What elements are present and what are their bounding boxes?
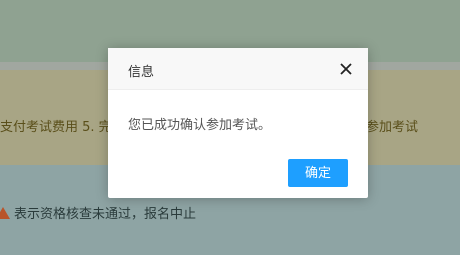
info-dialog: 信息 您已成功确认参加考试。 确定 bbox=[108, 48, 368, 198]
dialog-title: 信息 bbox=[128, 65, 155, 80]
dialog-message: 您已成功确认参加考试。 bbox=[128, 118, 272, 133]
steps-text-right: 参加考试 bbox=[366, 120, 419, 135]
legend-row: 表示资格核查未通过，报名中止 bbox=[0, 203, 196, 222]
legend-text: 表示资格核查未通过，报名中止 bbox=[14, 207, 197, 222]
dialog-header: 信息 bbox=[108, 48, 368, 90]
close-icon[interactable] bbox=[338, 61, 354, 77]
warning-triangle-icon bbox=[0, 206, 10, 219]
confirm-button[interactable]: 确定 bbox=[288, 159, 348, 187]
steps-text-left: 支付考试费用 5. 完 bbox=[0, 120, 112, 135]
